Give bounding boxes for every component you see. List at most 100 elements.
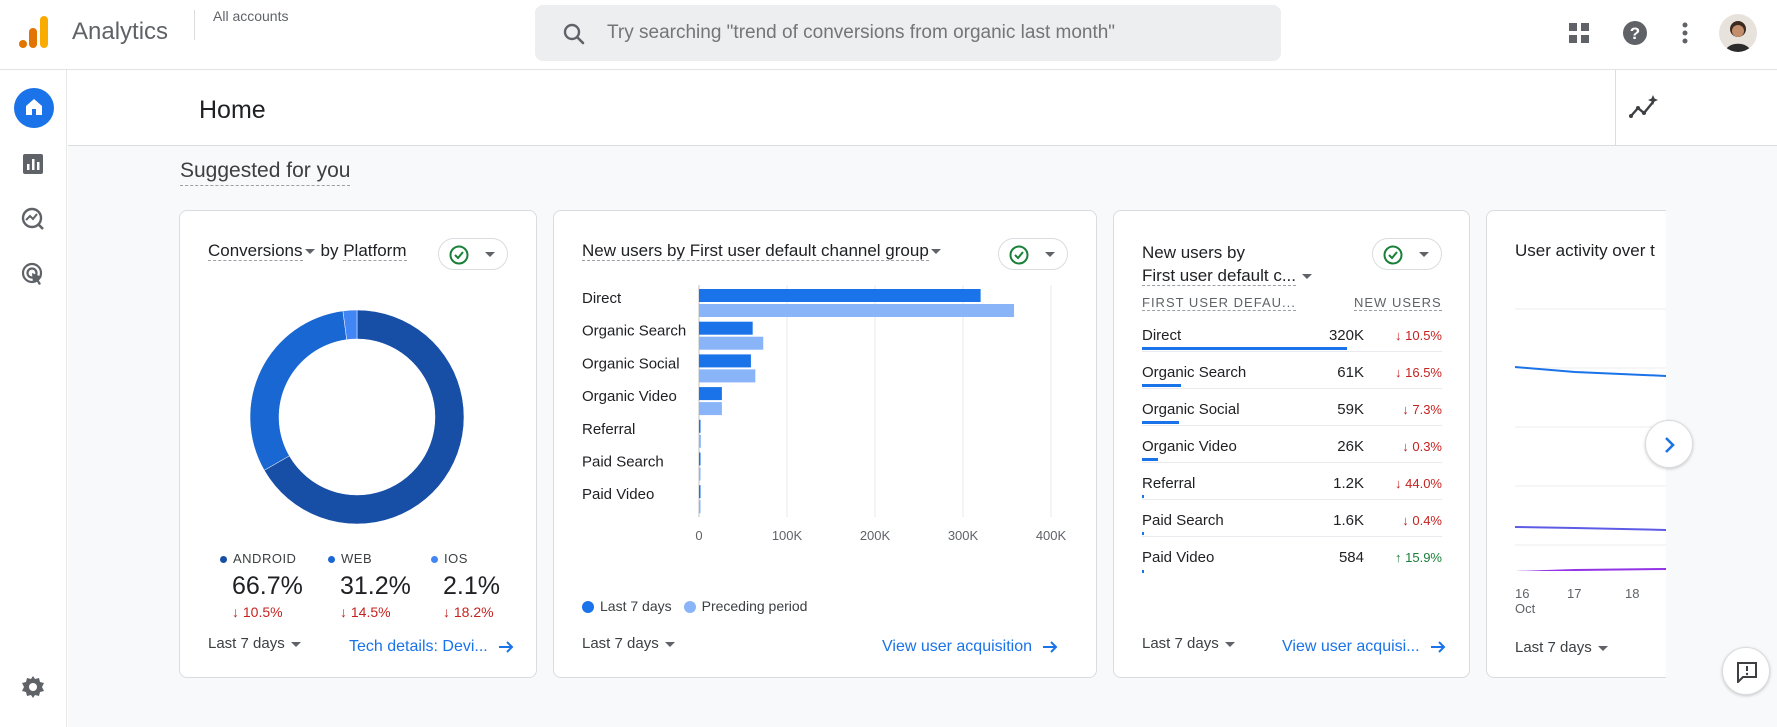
metric-dropdown-icon[interactable] — [304, 249, 315, 255]
card-title[interactable]: New users by First user default c... — [1142, 241, 1312, 287]
search-input[interactable] — [607, 19, 1257, 47]
user-activity-line-chart[interactable] — [1515, 281, 1666, 571]
bar-preceding-period[interactable] — [699, 434, 701, 448]
column-header-new-users[interactable]: NEW USERS — [1354, 295, 1442, 311]
nav-advertising-icon[interactable] — [21, 262, 45, 291]
check-circle-icon — [449, 245, 469, 265]
card-status-button[interactable] — [998, 238, 1068, 270]
card-title-text: New users by First user default channel … — [582, 241, 929, 261]
bar-preceding-period[interactable] — [699, 369, 756, 383]
legend-change: ↓ 14.5% — [340, 604, 391, 620]
legend-value: 66.7% — [232, 572, 303, 600]
row-share-bar — [1142, 495, 1144, 498]
section-title[interactable]: Suggested for you — [180, 159, 351, 186]
card-title[interactable]: New users by First user default channel … — [582, 241, 941, 261]
column-header-dimension[interactable]: FIRST USER DEFAU... — [1142, 295, 1296, 311]
settings-gear-icon[interactable] — [21, 675, 45, 704]
row-share-bar — [1142, 347, 1347, 350]
table-row[interactable]: Organic Search 61K ↓ 16.5% — [1142, 352, 1442, 389]
category-label: Organic Search — [582, 323, 686, 340]
x-tick-label: 400K — [1036, 528, 1067, 543]
date-range-label: Last 7 days — [208, 635, 285, 652]
apps-grid-icon[interactable] — [1568, 22, 1590, 49]
table-row[interactable]: Referral 1.2K ↓ 44.0% — [1142, 463, 1442, 500]
row-value: 1.2K — [1333, 475, 1364, 492]
chevron-down-icon — [485, 252, 495, 257]
date-range-selector[interactable]: Last 7 days — [582, 635, 675, 652]
avatar[interactable] — [1719, 14, 1757, 52]
row-value: 26K — [1337, 438, 1364, 455]
legend-label: WEB — [341, 551, 373, 566]
row-share-bar — [1142, 458, 1159, 461]
row-value: 1.6K — [1333, 512, 1364, 529]
tech-details-link[interactable]: Tech details: Devi... — [349, 638, 514, 656]
analytics-logo-icon[interactable] — [18, 14, 52, 50]
user-activity-card: User activity over t 16 17 18 Oct Last 7… — [1486, 210, 1666, 678]
view-user-acquisition-link[interactable]: View user acquisition — [882, 638, 1058, 656]
app-title[interactable]: Analytics — [72, 18, 168, 46]
help-icon[interactable]: ? — [1622, 20, 1648, 51]
row-change: ↓ 10.5% — [1395, 328, 1442, 343]
bar-last-7-days[interactable] — [699, 289, 981, 302]
bar-preceding-period[interactable] — [699, 304, 1015, 317]
card-title: Conversions by Platform — [208, 241, 407, 261]
metric-selector[interactable]: Conversions — [208, 241, 303, 261]
new-users-table-card: New users by First user default c... FIR… — [1113, 210, 1470, 678]
new-users-chart-card: New users by First user default channel … — [553, 210, 1097, 678]
channel-bar-chart[interactable]: 0 100K 200K 300K 400K Direct Organic Search Org… — [554, 271, 1097, 596]
legend-label: ANDROID — [233, 551, 297, 566]
legend-item[interactable]: Preceding period — [683, 598, 807, 614]
category-label: Direct — [582, 290, 622, 307]
account-selector[interactable]: All accounts — [213, 8, 288, 24]
nav-reports-icon[interactable] — [22, 153, 44, 180]
title-divider — [194, 10, 195, 40]
row-change: ↓ 16.5% — [1395, 365, 1442, 380]
bar-last-7-days[interactable] — [699, 387, 722, 401]
table-row[interactable]: Organic Video 26K ↓ 0.3% — [1142, 426, 1442, 463]
bar-preceding-period[interactable] — [699, 500, 701, 514]
donut-slice-web[interactable] — [249, 310, 348, 471]
bar-preceding-period[interactable] — [699, 336, 764, 350]
table-row[interactable]: Direct 320K ↓ 10.5% — [1142, 315, 1442, 352]
carousel-next-button[interactable] — [1645, 420, 1693, 468]
view-user-acquisition-link[interactable]: View user acquisi... — [1282, 638, 1446, 656]
activity-line-2 — [1515, 526, 1666, 531]
legend-item[interactable]: Last 7 days — [582, 598, 672, 614]
date-range-selector[interactable]: Last 7 days — [208, 635, 301, 652]
bar-last-7-days[interactable] — [699, 452, 701, 466]
platform-donut-chart[interactable] — [249, 309, 465, 525]
x-tick: 16 — [1515, 586, 1530, 601]
x-tick-label: 200K — [860, 528, 891, 543]
row-label: Organic Social — [1142, 401, 1240, 418]
legend-value: 2.1% — [443, 572, 500, 600]
nav-explore-icon[interactable] — [21, 207, 45, 236]
dimension-selector[interactable]: Platform — [343, 241, 407, 261]
card-status-button[interactable] — [438, 238, 508, 270]
card-status-button[interactable] — [1372, 238, 1442, 270]
bar-last-7-days[interactable] — [699, 321, 753, 335]
top-bar: Analytics All accounts ? — [0, 0, 1777, 70]
x-tick-label: 100K — [772, 528, 803, 543]
table-row[interactable]: Organic Social 59K ↓ 7.3% — [1142, 389, 1442, 426]
table-body: Direct 320K ↓ 10.5% Organic Search 61K ↓… — [1142, 315, 1442, 615]
title-line-2: First user default c... — [1142, 266, 1296, 286]
chevron-down-icon — [1045, 252, 1055, 257]
table-row[interactable]: Paid Video 584 ↑ 15.9% — [1142, 537, 1442, 574]
feedback-button[interactable] — [1722, 647, 1770, 695]
bar-preceding-period[interactable] — [699, 402, 722, 416]
legend-item-ios: IOS 2.1% ↓ 18.2% — [431, 551, 500, 620]
insights-icon[interactable] — [1629, 94, 1659, 127]
nav-home-button[interactable] — [14, 88, 54, 128]
date-range-selector[interactable]: Last 7 days — [1515, 639, 1608, 656]
bar-last-7-days[interactable] — [699, 419, 701, 433]
search-bar[interactable] — [535, 5, 1281, 61]
bar-last-7-days[interactable] — [699, 354, 751, 368]
table-row[interactable]: Paid Search 1.6K ↓ 0.4% — [1142, 500, 1442, 537]
bar-last-7-days[interactable] — [699, 485, 701, 499]
legend-change: ↓ 10.5% — [232, 604, 283, 620]
more-vert-icon[interactable] — [1681, 22, 1689, 49]
date-range-selector[interactable]: Last 7 days — [1142, 635, 1235, 652]
x-month: Oct — [1515, 601, 1536, 616]
chevron-down-icon — [1302, 274, 1312, 280]
bar-preceding-period[interactable] — [699, 467, 701, 481]
